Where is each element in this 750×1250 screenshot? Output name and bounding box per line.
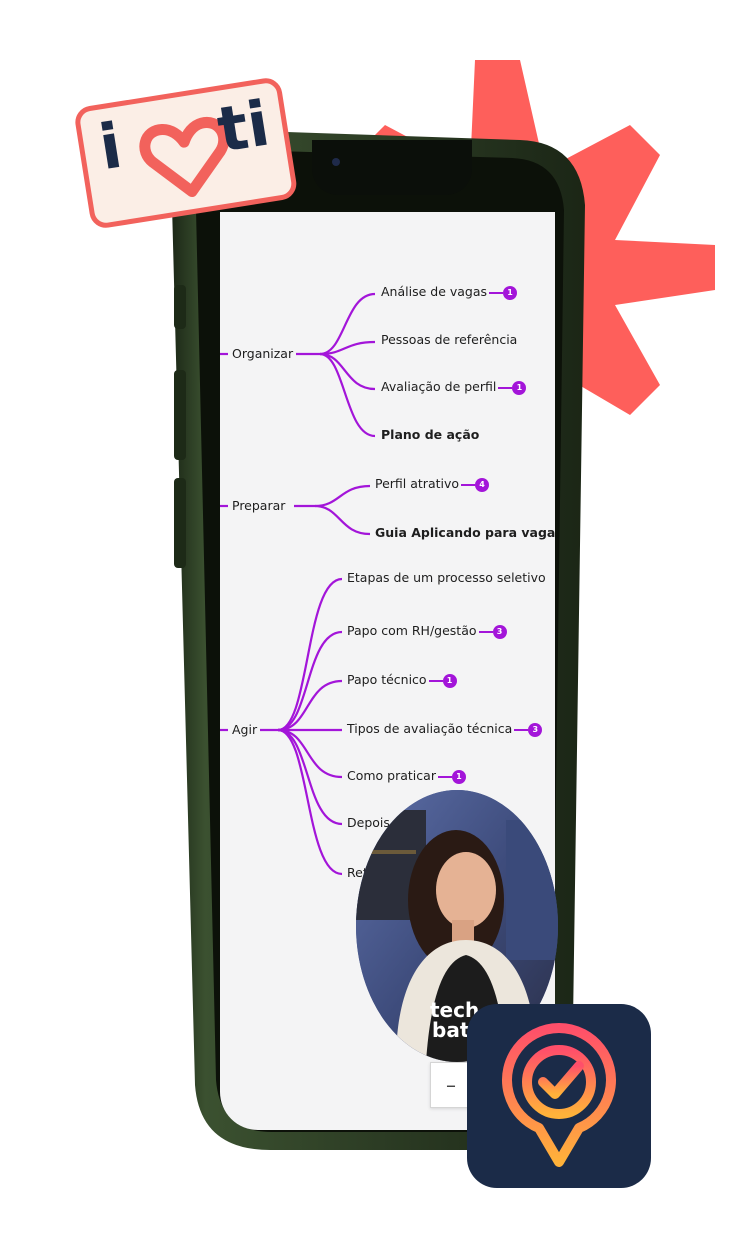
node-label: Como praticar	[347, 768, 436, 783]
mindmap-node[interactable]: Análise de vagas 1	[381, 284, 518, 300]
node-label: Perfil atrativo	[375, 476, 460, 491]
node-label: Papo com RH/gestão	[347, 623, 477, 638]
location-check-icon	[467, 1004, 651, 1188]
volume-down-button	[174, 478, 186, 568]
mindmap-node[interactable]: Plano de ação	[381, 427, 479, 443]
node-count-badge[interactable]: 1	[428, 673, 457, 688]
phone-notch	[312, 140, 472, 195]
volume-up-button	[174, 370, 186, 460]
node-count-badge[interactable]: 1	[489, 285, 518, 300]
node-label: Avaliação de perfil	[381, 379, 497, 394]
node-label: Guia Aplicando para vagas	[375, 525, 555, 540]
camera-dot	[332, 158, 340, 166]
mute-switch	[174, 285, 186, 329]
node-count-badge[interactable]: 4	[461, 477, 490, 492]
mindmap-node[interactable]: Pessoas de referência	[381, 332, 517, 348]
mindmap-node[interactable]: Tipos de avaliação técnica 3	[347, 721, 543, 737]
node-count-badge[interactable]: 3	[478, 624, 507, 639]
logo-letters-ti: ti	[212, 86, 275, 167]
node-count-badge[interactable]: 1	[498, 380, 527, 395]
node-label: Pessoas de referência	[381, 332, 518, 347]
node-label: Análise de vagas	[381, 284, 488, 299]
i-love-ti-logo: i ti	[70, 72, 302, 237]
mindmap-node[interactable]: Etapas de um processo seletivo	[347, 570, 546, 586]
node-label: Tipos de avaliação técnica	[347, 721, 513, 736]
node-label: Papo técnico	[347, 672, 427, 687]
node-label: Etapas de um processo seletivo	[347, 570, 546, 585]
mindmap-node[interactable]: Guia Aplicando para vagas	[375, 525, 555, 541]
node-label: Plano de ação	[381, 427, 480, 442]
mindmap-node[interactable]: Perfil atrativo 4	[375, 476, 490, 492]
node-count-badge[interactable]: 3	[514, 722, 543, 737]
mindmap-node[interactable]: Papo técnico 1	[347, 672, 457, 688]
mindmap-node[interactable]: Avaliação de perfil 1	[381, 379, 527, 395]
zoom-out-button[interactable]: –	[430, 1062, 472, 1108]
node-count-badge[interactable]: 1	[437, 769, 466, 784]
mindmap-root-preparar[interactable]: Preparar	[232, 498, 285, 514]
mindmap-root-agir[interactable]: Agir	[232, 722, 257, 738]
mindmap-root-organizar[interactable]: Organizar	[232, 346, 293, 362]
mindmap-node[interactable]: Papo com RH/gestão 3	[347, 623, 507, 639]
mindmap-node[interactable]: Como praticar 1	[347, 768, 466, 784]
